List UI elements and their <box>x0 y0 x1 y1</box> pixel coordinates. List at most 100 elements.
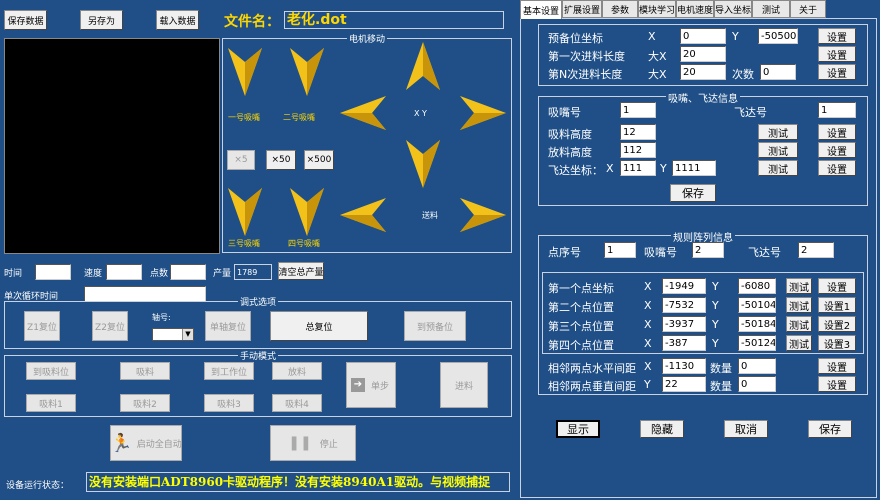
to-pick-position-button[interactable]: 到吸料位 <box>26 362 76 380</box>
v-spacing-set-button[interactable]: 设置 <box>818 376 856 392</box>
x-right-arrow-icon[interactable] <box>460 96 506 130</box>
cancel-button[interactable]: 取消 <box>724 420 768 438</box>
save-data-button[interactable]: 保存数据 <box>4 10 47 30</box>
tab-module-learning[interactable]: 模块学习 <box>638 0 676 18</box>
tab-about[interactable]: 关于 <box>790 0 826 18</box>
tab-extended-settings[interactable]: 扩展设置 <box>562 0 602 18</box>
point3-set-button[interactable]: 设置2 <box>818 316 856 332</box>
single-axis-reset-button[interactable]: 单轴复位 <box>205 311 251 341</box>
h-spacing-set-button[interactable]: 设置 <box>818 358 856 374</box>
head3-down-arrow-icon[interactable] <box>228 188 262 236</box>
step-x50-button[interactable]: ×50 <box>266 150 296 170</box>
place-button[interactable]: 放料 <box>272 362 322 380</box>
v-spacing-field[interactable]: 22 <box>662 376 706 392</box>
feed-left-arrow-icon[interactable] <box>340 198 386 232</box>
nozzle-no-label: 吸嘴号 <box>548 106 581 119</box>
h-spacing-label: 相邻两点水平间距 <box>548 362 636 375</box>
feeder-no-field[interactable]: 1 <box>818 102 856 118</box>
point1-y-field[interactable]: -6080 <box>738 278 776 294</box>
load-data-button[interactable]: 载入数据 <box>156 10 199 30</box>
to-standby-button[interactable]: 到预备位 <box>404 311 466 341</box>
preset-set-button[interactable]: 设置 <box>818 28 856 44</box>
array-nozzle-field[interactable]: 2 <box>692 242 724 258</box>
place-height-test-button[interactable]: 测试 <box>758 142 798 158</box>
point2-y-field[interactable]: -50104 <box>738 297 776 313</box>
feeder-x-field[interactable]: 111 <box>620 160 656 176</box>
pick4-button[interactable]: 吸料4 <box>272 394 322 412</box>
single-cycle-field[interactable] <box>84 286 206 302</box>
to-work-position-button[interactable]: 到工作位 <box>204 362 254 380</box>
auto-start-button[interactable]: 🏃 启动全自动 <box>110 425 182 461</box>
point4-x-field[interactable]: -387 <box>662 335 706 351</box>
save-as-button[interactable]: 另存为 <box>80 10 123 30</box>
feeder-y-field[interactable]: 1111 <box>672 160 716 176</box>
preset-x-field[interactable]: 0 <box>680 28 726 44</box>
point2-test-button[interactable]: 测试 <box>786 297 812 313</box>
speed-field[interactable] <box>106 264 142 280</box>
total-reset-button[interactable]: 总复位 <box>270 311 368 341</box>
point2-x-field[interactable]: -7532 <box>662 297 706 313</box>
tab-motor-speed[interactable]: 电机速度 <box>676 0 714 18</box>
feed-in-button[interactable]: 进料 <box>440 362 488 408</box>
h-qty-field[interactable]: 0 <box>738 358 776 374</box>
z2-reset-button[interactable]: Z2复位 <box>92 311 128 341</box>
tab-basic-settings[interactable]: 基本设置 <box>520 0 562 19</box>
tab-parameters[interactable]: 参数 <box>602 0 638 18</box>
head4-down-arrow-icon[interactable] <box>290 188 324 236</box>
step-x5-button[interactable]: ×5 <box>227 150 255 170</box>
first-feed-set-button[interactable]: 设置 <box>818 46 856 62</box>
point2-set-button[interactable]: 设置1 <box>818 297 856 313</box>
first-feed-field[interactable]: 20 <box>680 46 726 62</box>
pick-height-test-button[interactable]: 测试 <box>758 124 798 140</box>
point3-y-field[interactable]: -50184 <box>738 316 776 332</box>
clear-output-button[interactable]: 清空总产量 <box>278 262 324 280</box>
point3-x-field[interactable]: -3937 <box>662 316 706 332</box>
pick-height-field[interactable]: 12 <box>620 124 656 140</box>
point3-test-button[interactable]: 测试 <box>786 316 812 332</box>
point-no-field[interactable]: 1 <box>604 242 636 258</box>
point4-set-button[interactable]: 设置3 <box>818 335 856 351</box>
pick2-button[interactable]: 吸料2 <box>120 394 170 412</box>
step-button[interactable]: ➔ 单步 <box>346 362 396 408</box>
feeder-test-button[interactable]: 测试 <box>758 160 798 176</box>
point1-test-button[interactable]: 测试 <box>786 278 812 294</box>
pick-button[interactable]: 吸料 <box>120 362 170 380</box>
nozzle-no-field[interactable]: 1 <box>620 102 656 118</box>
time-field[interactable] <box>35 264 71 280</box>
step-x500-button[interactable]: ×500 <box>304 150 334 170</box>
axis-number-select[interactable]: ▼ <box>152 328 194 341</box>
pick1-button[interactable]: 吸料1 <box>26 394 76 412</box>
feeder-set-button[interactable]: 设置 <box>818 160 856 176</box>
point4-test-button[interactable]: 测试 <box>786 335 812 351</box>
pick-height-set-button[interactable]: 设置 <box>818 124 856 140</box>
head2-down-arrow-icon[interactable] <box>290 48 324 96</box>
array-feeder-field[interactable]: 2 <box>798 242 834 258</box>
save-button[interactable]: 保存 <box>808 420 852 438</box>
place-height-field[interactable]: 112 <box>620 142 656 158</box>
n-feed-field[interactable]: 20 <box>680 64 726 80</box>
y-down-arrow-icon[interactable] <box>406 140 440 188</box>
hide-button[interactable]: 隐藏 <box>640 420 684 438</box>
chevron-down-icon[interactable]: ▼ <box>182 329 193 340</box>
tab-import-coords[interactable]: 导入坐标 <box>714 0 752 18</box>
nozzle-save-button[interactable]: 保存 <box>670 184 716 202</box>
pick3-button[interactable]: 吸料3 <box>204 394 254 412</box>
head1-down-arrow-icon[interactable] <box>228 48 262 96</box>
place-height-set-button[interactable]: 设置 <box>818 142 856 158</box>
count-field[interactable]: 0 <box>760 64 796 80</box>
x-left-arrow-icon[interactable] <box>340 96 386 130</box>
preset-y-field[interactable]: -50500 <box>758 28 798 44</box>
point4-y-field[interactable]: -50124 <box>738 335 776 351</box>
point1-x-field[interactable]: -1949 <box>662 278 706 294</box>
feed-right-arrow-icon[interactable] <box>460 198 506 232</box>
y-up-arrow-icon[interactable] <box>406 42 440 90</box>
z1-reset-button[interactable]: Z1复位 <box>24 311 60 341</box>
tab-test[interactable]: 测试 <box>752 0 790 18</box>
point1-set-button[interactable]: 设置 <box>818 278 856 294</box>
n-feed-set-button[interactable]: 设置 <box>818 64 856 80</box>
h-spacing-field[interactable]: -1130 <box>662 358 706 374</box>
stop-button[interactable]: ❚❚ 停止 <box>270 425 356 461</box>
points-field[interactable] <box>170 264 206 280</box>
show-button[interactable]: 显示 <box>556 420 600 438</box>
v-qty-field[interactable]: 0 <box>738 376 776 392</box>
